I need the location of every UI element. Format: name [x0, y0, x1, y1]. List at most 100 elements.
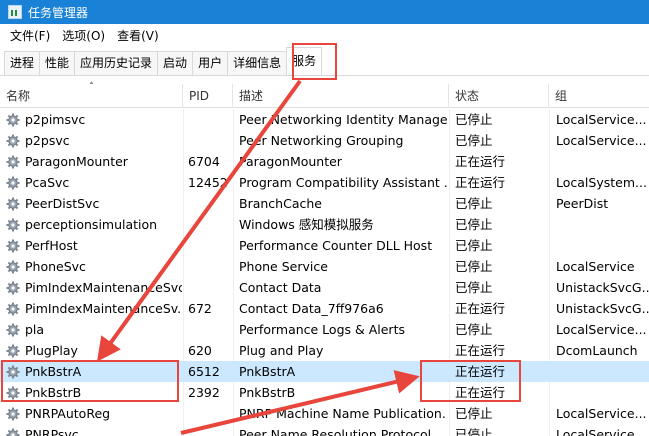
menu-view[interactable]: 查看(V)	[111, 24, 165, 48]
service-name-cell: PeerDistSvc	[6, 193, 182, 214]
service-name: PnkBstrA	[25, 364, 82, 379]
gear-icon	[6, 281, 20, 295]
gear-icon	[6, 344, 20, 358]
service-name: p2psvc	[25, 133, 70, 148]
service-status: 正在运行	[455, 154, 506, 169]
service-row[interactable]: PimIndexMaintenanceSvc Contact Data 已停止 Uni…	[0, 277, 649, 298]
service-row[interactable]: ParagonMounter 6704 ParagonMounter 正在运行	[0, 151, 649, 172]
gear-icon	[6, 155, 20, 169]
service-status: 正在运行	[455, 364, 506, 379]
service-group: DcomLaunch	[556, 343, 638, 358]
service-row[interactable]: perceptionsimulation Windows 感知模拟服务 已停止	[0, 214, 649, 235]
service-row[interactable]: PerfHost Performance Counter DLL Host 已停止	[0, 235, 649, 256]
service-status: 已停止	[455, 406, 493, 421]
gear-icon	[6, 134, 20, 148]
gear-icon	[6, 218, 20, 232]
service-name: p2pimsvc	[25, 112, 86, 127]
tab-users[interactable]: 用户	[192, 51, 229, 75]
service-name-cell: pla	[6, 319, 182, 340]
tab-app-history[interactable]: 应用历史记录	[74, 51, 159, 75]
service-name: PnkBstrB	[25, 385, 82, 400]
service-row[interactable]: PcaSvc 12452 Program Compatibility Assista…	[0, 172, 649, 193]
tab-services[interactable]: 服务	[286, 47, 323, 75]
service-description: Phone Service	[239, 259, 328, 274]
tab-performance[interactable]: 性能	[39, 51, 76, 75]
service-row[interactable]: PlugPlay 620 Plug and Play 正在运行 DcomLaunch	[0, 340, 649, 361]
service-pid	[188, 424, 232, 436]
service-row[interactable]: PhoneSvc Phone Service 已停止 LocalService	[0, 256, 649, 277]
service-pid: 6704	[188, 154, 220, 169]
service-status: 正在运行	[455, 301, 506, 316]
service-pid	[188, 403, 232, 424]
service-name-cell: PNRPsvc	[6, 424, 182, 436]
service-name-cell: ParagonMounter	[6, 151, 182, 172]
service-group: LocalSystem...	[556, 175, 647, 190]
gear-icon	[6, 386, 20, 400]
column-name[interactable]: 名称	[0, 84, 183, 108]
service-name-cell: PnkBstrA	[6, 361, 182, 382]
service-group	[556, 151, 649, 172]
title-bar[interactable]: 任务管理器	[0, 0, 649, 24]
service-description: Peer Name Resolution Protocol	[239, 427, 432, 436]
service-pid	[188, 277, 232, 298]
service-description: PnkBstrA	[239, 364, 296, 379]
service-row[interactable]: PimIndexMaintenanceSv... 672 Contact Data_…	[0, 298, 649, 319]
service-name-cell: PlugPlay	[6, 340, 182, 361]
services-list: p2pimsvc Peer Networking Identity Manager…	[0, 109, 649, 436]
column-status[interactable]: 状态	[449, 84, 549, 108]
service-description: Contact Data_7ff976a6	[239, 301, 384, 316]
tab-processes[interactable]: 进程	[4, 51, 41, 75]
service-row[interactable]: PNRPsvc Peer Name Resolution Protocol 已停止 L…	[0, 424, 649, 436]
gear-icon	[6, 302, 20, 316]
service-row[interactable]: PeerDistSvc BranchCache 已停止 PeerDist	[0, 193, 649, 214]
service-name-cell: PerfHost	[6, 235, 182, 256]
service-pid	[188, 193, 232, 214]
menu-options[interactable]: 选项(O)	[56, 24, 111, 48]
service-status: 正在运行	[455, 343, 506, 358]
service-pid	[188, 214, 232, 235]
service-group	[556, 382, 649, 403]
tab-details[interactable]: 详细信息	[227, 51, 288, 75]
column-pid[interactable]: PID	[183, 84, 233, 108]
service-name-cell: perceptionsimulation	[6, 214, 182, 235]
service-status: 正在运行	[455, 175, 506, 190]
service-group: LocalService...	[556, 427, 647, 436]
service-description: ParagonMounter	[239, 154, 342, 169]
column-description[interactable]: 描述	[233, 84, 449, 108]
service-pid: 6512	[188, 364, 220, 379]
service-group: LocalService...	[556, 406, 647, 421]
service-status: 正在运行	[455, 385, 506, 400]
service-name: PimIndexMaintenanceSvc	[25, 280, 182, 295]
service-pid	[188, 235, 232, 256]
service-group: UnistackSvcG...	[556, 280, 649, 295]
service-status: 已停止	[455, 259, 493, 274]
service-name: PNRPsvc	[25, 427, 79, 436]
service-description: Program Compatibility Assistant ...	[239, 175, 447, 190]
service-row[interactable]: PNRPAutoReg PNRP Machine Name Publication…	[0, 403, 649, 424]
service-pid	[188, 319, 232, 340]
tab-startup[interactable]: 启动	[157, 51, 194, 75]
service-row[interactable]: pla Performance Logs & Alerts 已停止 LocalServ…	[0, 319, 649, 340]
service-description: Peer Networking Identity Manager	[239, 112, 447, 127]
service-group: LocalService...	[556, 133, 647, 148]
window-title: 任务管理器	[28, 5, 89, 20]
service-status: 已停止	[455, 238, 493, 253]
service-description: Windows 感知模拟服务	[239, 217, 374, 232]
service-group	[556, 214, 649, 235]
gear-icon	[6, 197, 20, 211]
column-group[interactable]: 组	[549, 84, 649, 108]
service-row[interactable]: p2pimsvc Peer Networking Identity Manager…	[0, 109, 649, 130]
service-status: 已停止	[455, 217, 493, 232]
service-group	[556, 361, 649, 382]
gear-icon	[6, 176, 20, 190]
service-row[interactable]: PnkBstrB 2392 PnkBstrB 正在运行	[0, 382, 649, 403]
service-row[interactable]: PnkBstrA 6512 PnkBstrA 正在运行	[0, 361, 649, 382]
tab-strip: 进程 性能 应用历史记录 启动 用户 详细信息 服务	[0, 47, 649, 76]
service-name-cell: PhoneSvc	[6, 256, 182, 277]
column-header: 名称 PID 描述 状态 组	[0, 84, 649, 108]
menu-file[interactable]: 文件(F)	[4, 24, 56, 48]
service-name: PNRPAutoReg	[25, 406, 111, 421]
service-name: ParagonMounter	[25, 154, 128, 169]
service-description: BranchCache	[239, 196, 322, 211]
service-row[interactable]: p2psvc Peer Networking Grouping 已停止 LocalSe…	[0, 130, 649, 151]
